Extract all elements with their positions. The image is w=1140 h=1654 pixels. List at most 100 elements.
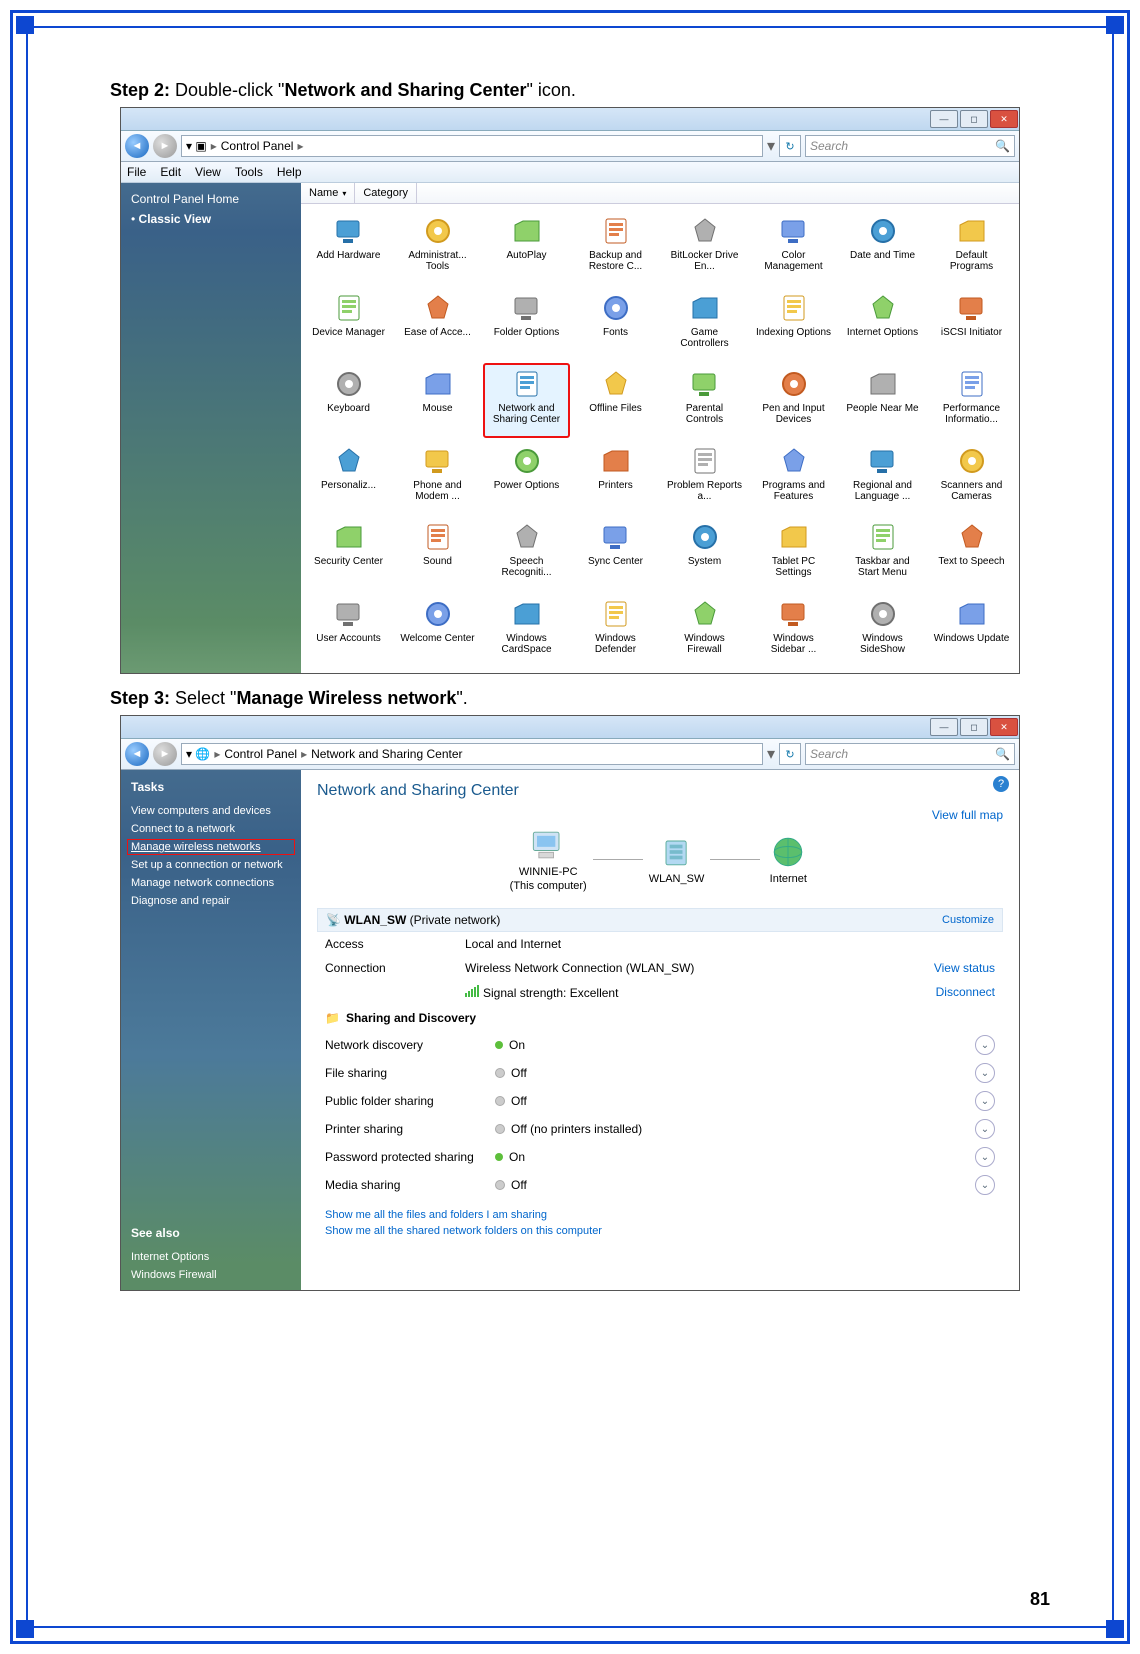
seealso-windows-firewall[interactable]: Windows Firewall <box>131 1266 291 1284</box>
cp-icon-device-manager[interactable]: Device Manager <box>305 287 392 362</box>
link-shared-files[interactable]: Show me all the files and folders I am s… <box>325 1207 995 1223</box>
breadcrumb-item[interactable]: Network and Sharing Center <box>311 747 462 761</box>
cp-icon-windows-sideshow[interactable]: Windows SideShow <box>839 593 926 668</box>
cp-icon-color-management[interactable]: Color Management <box>750 210 837 285</box>
menu-help[interactable]: Help <box>277 165 302 179</box>
menu-edit[interactable]: Edit <box>160 165 181 179</box>
forward-button[interactable]: ► <box>153 134 177 158</box>
maximize-button[interactable]: ◻ <box>960 718 988 736</box>
menu-tools[interactable]: Tools <box>235 165 263 179</box>
cp-icon-security-center[interactable]: Security Center <box>305 516 392 591</box>
link-shared-folders[interactable]: Show me all the shared network folders o… <box>325 1223 995 1239</box>
close-button[interactable]: ✕ <box>990 718 1018 736</box>
refresh-button[interactable]: ↻ <box>779 743 801 765</box>
menu-file[interactable]: File <box>127 165 146 179</box>
cp-icon-performance-informatio[interactable]: Performance Informatio... <box>928 363 1015 438</box>
cp-icon-welcome-center[interactable]: Welcome Center <box>394 593 481 668</box>
sidebar-classic-view[interactable]: Classic View <box>131 209 291 229</box>
cp-icon-default-programs[interactable]: Default Programs <box>928 210 1015 285</box>
view-full-map-link[interactable]: View full map <box>317 808 1003 822</box>
menu-view[interactable]: View <box>195 165 221 179</box>
expand-button[interactable]: ⌄ <box>975 1063 995 1083</box>
cp-icon-internet-options[interactable]: Internet Options <box>839 287 926 362</box>
cp-icon-power-options[interactable]: Power Options <box>483 440 570 515</box>
close-button[interactable]: ✕ <box>990 110 1018 128</box>
seealso-internet-options[interactable]: Internet Options <box>131 1248 291 1266</box>
cp-icon-text-to-speech[interactable]: Text to Speech <box>928 516 1015 591</box>
expand-button[interactable]: ⌄ <box>975 1091 995 1111</box>
cp-icon-sync-center[interactable]: Sync Center <box>572 516 659 591</box>
breadcrumb[interactable]: ▾ ▣ ▸ Control Panel ▸ <box>181 135 763 157</box>
expand-button[interactable]: ⌄ <box>975 1035 995 1055</box>
cp-icon-sound[interactable]: Sound <box>394 516 481 591</box>
breadcrumb-item[interactable]: Control Panel <box>224 747 297 761</box>
cp-icon-ease-of-acce[interactable]: Ease of Acce... <box>394 287 481 362</box>
expand-button[interactable]: ⌄ <box>975 1119 995 1139</box>
task-connect-to-a-network[interactable]: Connect to a network <box>131 820 291 838</box>
cp-icon-regional-and-language[interactable]: Regional and Language ... <box>839 440 926 515</box>
cp-icon-speech-recogniti[interactable]: Speech Recogniti... <box>483 516 570 591</box>
customize-link[interactable]: Customize <box>942 914 994 926</box>
cp-icon-programs-and-features[interactable]: Programs and Features <box>750 440 837 515</box>
sd-row-media-sharing: Media sharing Off⌄ <box>317 1171 1003 1199</box>
cp-icon-scanners-and-cameras[interactable]: Scanners and Cameras <box>928 440 1015 515</box>
cp-icon-network-and-sharing-center[interactable]: Network and Sharing Center <box>483 363 570 438</box>
cp-icon-mouse[interactable]: Mouse <box>394 363 481 438</box>
search-input[interactable]: Search🔍 <box>805 135 1015 157</box>
back-button[interactable]: ◄ <box>125 742 149 766</box>
cp-icon-keyboard[interactable]: Keyboard <box>305 363 392 438</box>
breadcrumb-dropdown[interactable]: ▾ <box>767 136 775 156</box>
header-category[interactable]: Category <box>355 183 417 203</box>
cp-icon-windows-sidebar[interactable]: Windows Sidebar ... <box>750 593 837 668</box>
task-manage-network-connections[interactable]: Manage network connections <box>131 874 291 892</box>
view-status-link[interactable]: View status <box>934 961 995 975</box>
cp-icon-people-near-me[interactable]: People Near Me <box>839 363 926 438</box>
task-view-computers-and-devices[interactable]: View computers and devices <box>131 802 291 820</box>
breadcrumb-dropdown[interactable]: ▾ <box>767 744 775 764</box>
cp-icon-problem-reports-a[interactable]: Problem Reports a... <box>661 440 748 515</box>
maximize-button[interactable]: ◻ <box>960 110 988 128</box>
cp-icon-printers[interactable]: Printers <box>572 440 659 515</box>
cp-icon-phone-and-modem[interactable]: Phone and Modem ... <box>394 440 481 515</box>
cp-icon-taskbar-and-start-menu[interactable]: Taskbar and Start Menu <box>839 516 926 591</box>
cp-icon-iscsi-initiator[interactable]: iSCSI Initiator <box>928 287 1015 362</box>
cp-icon-parental-controls[interactable]: Parental Controls <box>661 363 748 438</box>
cp-icon-windows-cardspace[interactable]: Windows CardSpace <box>483 593 570 668</box>
forward-button[interactable]: ► <box>153 742 177 766</box>
task-manage-wireless-networks[interactable]: Manage wireless networks <box>131 838 291 856</box>
cp-icon-game-controllers[interactable]: Game Controllers <box>661 287 748 362</box>
sidebar-home[interactable]: Control Panel Home <box>131 189 291 209</box>
cp-icon-user-accounts[interactable]: User Accounts <box>305 593 392 668</box>
header-name[interactable]: Name ▾ <box>301 183 355 203</box>
cp-icon-date-and-time[interactable]: Date and Time <box>839 210 926 285</box>
cp-icon-tablet-pc-settings[interactable]: Tablet PC Settings <box>750 516 837 591</box>
cp-icon-windows-firewall[interactable]: Windows Firewall <box>661 593 748 668</box>
expand-button[interactable]: ⌄ <box>975 1147 995 1167</box>
breadcrumb-item[interactable]: Control Panel <box>221 139 294 153</box>
minimize-button[interactable]: — <box>930 110 958 128</box>
cp-icon-system[interactable]: System <box>661 516 748 591</box>
cp-icon-offline-files[interactable]: Offline Files <box>572 363 659 438</box>
cp-icon-windows-update[interactable]: Windows Update <box>928 593 1015 668</box>
cp-icon-fonts[interactable]: Fonts <box>572 287 659 362</box>
cp-icon-indexing-options[interactable]: Indexing Options <box>750 287 837 362</box>
breadcrumb[interactable]: ▾ 🌐 ▸ Control Panel ▸ Network and Sharin… <box>181 743 763 765</box>
cp-icon-add-hardware[interactable]: Add Hardware <box>305 210 392 285</box>
expand-button[interactable]: ⌄ <box>975 1175 995 1195</box>
help-icon[interactable]: ? <box>993 776 1009 792</box>
task-diagnose-and-repair[interactable]: Diagnose and repair <box>131 892 291 910</box>
search-input[interactable]: Search🔍 <box>805 743 1015 765</box>
task-set-up-a-connection-or-network[interactable]: Set up a connection or network <box>131 856 291 874</box>
back-button[interactable]: ◄ <box>125 134 149 158</box>
cp-icon-pen-and-input-devices[interactable]: Pen and Input Devices <box>750 363 837 438</box>
cp-icon-personaliz[interactable]: Personaliz... <box>305 440 392 515</box>
disconnect-link[interactable]: Disconnect <box>936 985 995 1000</box>
cp-icon-folder-options[interactable]: Folder Options <box>483 287 570 362</box>
cp-icon-autoplay[interactable]: AutoPlay <box>483 210 570 285</box>
cp-icon-bitlocker-drive-en[interactable]: BitLocker Drive En... <box>661 210 748 285</box>
minimize-button[interactable]: — <box>930 718 958 736</box>
cp-icon-windows-defender[interactable]: Windows Defender <box>572 593 659 668</box>
refresh-button[interactable]: ↻ <box>779 135 801 157</box>
cp-icon-backup-and-restore-c[interactable]: Backup and Restore C... <box>572 210 659 285</box>
cp-icon-administrat-tools[interactable]: Administrat... Tools <box>394 210 481 285</box>
